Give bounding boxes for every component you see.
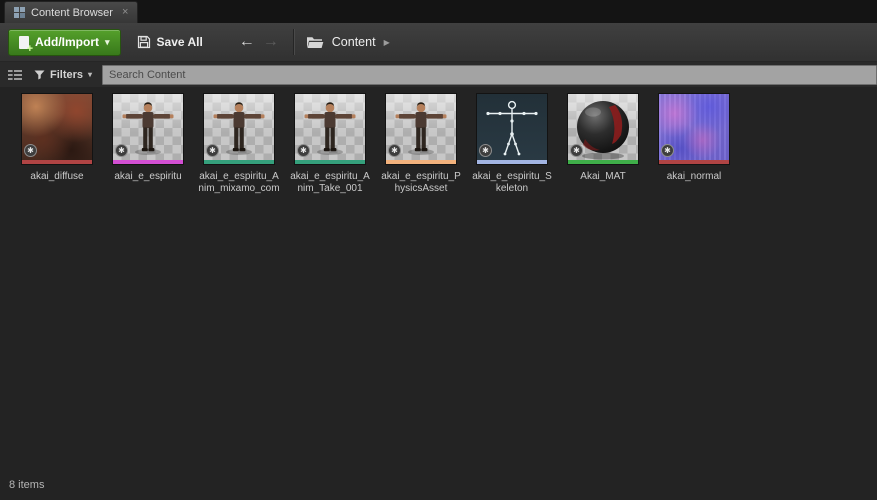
save-all-label: Save All xyxy=(156,35,203,49)
asset-tile[interactable]: ✱ akai_e_espiritu_Skeleton xyxy=(468,93,556,194)
unsaved-asterisk-badge: ✱ xyxy=(24,144,37,157)
tab-content-browser[interactable]: Content Browser × xyxy=(4,1,139,23)
asset-label: akai_e_espiritu_PhysicsAsset xyxy=(381,171,461,194)
asset-type-color-bar xyxy=(113,160,183,164)
asset-label: Akai_MAT xyxy=(580,171,626,182)
asset-type-color-bar xyxy=(477,160,547,164)
asset-tile[interactable]: ✱ Akai_MAT xyxy=(559,93,647,183)
search-input[interactable] xyxy=(102,64,877,85)
unsaved-asterisk-badge: ✱ xyxy=(479,144,492,157)
asset-label: akai_e_espiritu xyxy=(114,171,182,182)
content-browser-icon xyxy=(14,7,25,18)
asset-type-color-bar xyxy=(659,160,729,164)
asset-type-color-bar xyxy=(568,160,638,164)
filter-funnel-icon xyxy=(34,70,45,79)
add-asset-icon xyxy=(19,35,33,55)
asset-tile[interactable]: ✱ akai_diffuse xyxy=(13,93,101,183)
save-icon xyxy=(137,35,150,49)
asset-tile[interactable]: ✱ akai_e_espiritu_Anim_Take_001 xyxy=(286,93,374,194)
add-import-button[interactable]: Add/Import ▾ xyxy=(8,28,121,56)
forward-arrow-icon[interactable]: → xyxy=(259,34,283,50)
asset-tile[interactable]: ✱ akai_normal xyxy=(650,93,738,183)
content-browser-window: Content Browser × Add/Import ▾ Save All … xyxy=(0,0,877,500)
asset-type-color-bar xyxy=(295,160,365,164)
asset-thumbnail-skeleton: ✱ xyxy=(476,93,548,165)
breadcrumb-content[interactable]: Content xyxy=(332,35,376,49)
toolbar-separator xyxy=(292,29,294,55)
asset-thumbnail-texture: ✱ xyxy=(658,93,730,165)
add-import-label: Add/Import xyxy=(35,35,99,49)
filters-label: Filters xyxy=(50,68,84,81)
asset-label: akai_e_espiritu_Anim_mixamo_com xyxy=(198,171,280,194)
asset-label: akai_e_espiritu_Anim_Take_001 xyxy=(290,171,370,194)
asset-grid: ✱ akai_diffuse ✱ akai_e_espiritu ✱ akai_… xyxy=(13,93,877,194)
unsaved-asterisk-badge: ✱ xyxy=(388,144,401,157)
asset-label: akai_e_espiritu_Skeleton xyxy=(472,171,552,194)
asset-label: akai_normal xyxy=(666,171,722,182)
asset-view[interactable]: ✱ akai_diffuse ✱ akai_e_espiritu ✱ akai_… xyxy=(0,87,877,500)
asset-type-color-bar xyxy=(386,160,456,164)
filters-button[interactable]: Filters ▾ xyxy=(31,69,95,81)
unsaved-asterisk-badge: ✱ xyxy=(115,144,128,157)
filter-bar: Filters ▾ xyxy=(0,62,877,87)
asset-tile[interactable]: ✱ akai_e_espiritu_PhysicsAsset xyxy=(377,93,465,194)
asset-thumbnail-skeletal-mesh: ✱ xyxy=(112,93,184,165)
item-count-status: 8 items xyxy=(9,479,45,491)
asset-thumbnail-animation: ✱ xyxy=(203,93,275,165)
tab-bar: Content Browser × xyxy=(0,0,877,23)
breadcrumb-arrow-icon[interactable]: ▶ xyxy=(384,38,390,47)
asset-thumbnail-material: ✱ xyxy=(567,93,639,165)
asset-tile[interactable]: ✱ akai_e_espiritu_Anim_mixamo_com xyxy=(195,93,283,194)
asset-thumbnail-physics-asset: ✱ xyxy=(385,93,457,165)
folder-icon xyxy=(306,37,324,48)
asset-thumbnail-animation: ✱ xyxy=(294,93,366,165)
toolbar: Add/Import ▾ Save All ← → Content ▶ xyxy=(0,23,877,62)
tab-title: Content Browser xyxy=(31,6,113,19)
breadcrumb: Content ▶ xyxy=(306,35,390,49)
unsaved-asterisk-badge: ✱ xyxy=(661,144,674,157)
asset-type-color-bar xyxy=(204,160,274,164)
back-arrow-icon[interactable]: ← xyxy=(235,34,259,50)
unsaved-asterisk-badge: ✱ xyxy=(297,144,310,157)
asset-type-color-bar xyxy=(22,160,92,164)
unsaved-asterisk-badge: ✱ xyxy=(570,144,583,157)
unsaved-asterisk-badge: ✱ xyxy=(206,144,219,157)
chevron-down-icon: ▾ xyxy=(105,36,110,47)
chevron-down-icon: ▾ xyxy=(88,70,93,79)
close-icon[interactable]: × xyxy=(122,7,128,18)
sources-list-icon xyxy=(8,69,22,80)
save-all-button[interactable]: Save All xyxy=(127,29,213,56)
sources-panel-toggle[interactable] xyxy=(6,67,24,83)
asset-thumbnail-texture: ✱ xyxy=(21,93,93,165)
asset-tile[interactable]: ✱ akai_e_espiritu xyxy=(104,93,192,183)
asset-label: akai_diffuse xyxy=(30,171,84,182)
